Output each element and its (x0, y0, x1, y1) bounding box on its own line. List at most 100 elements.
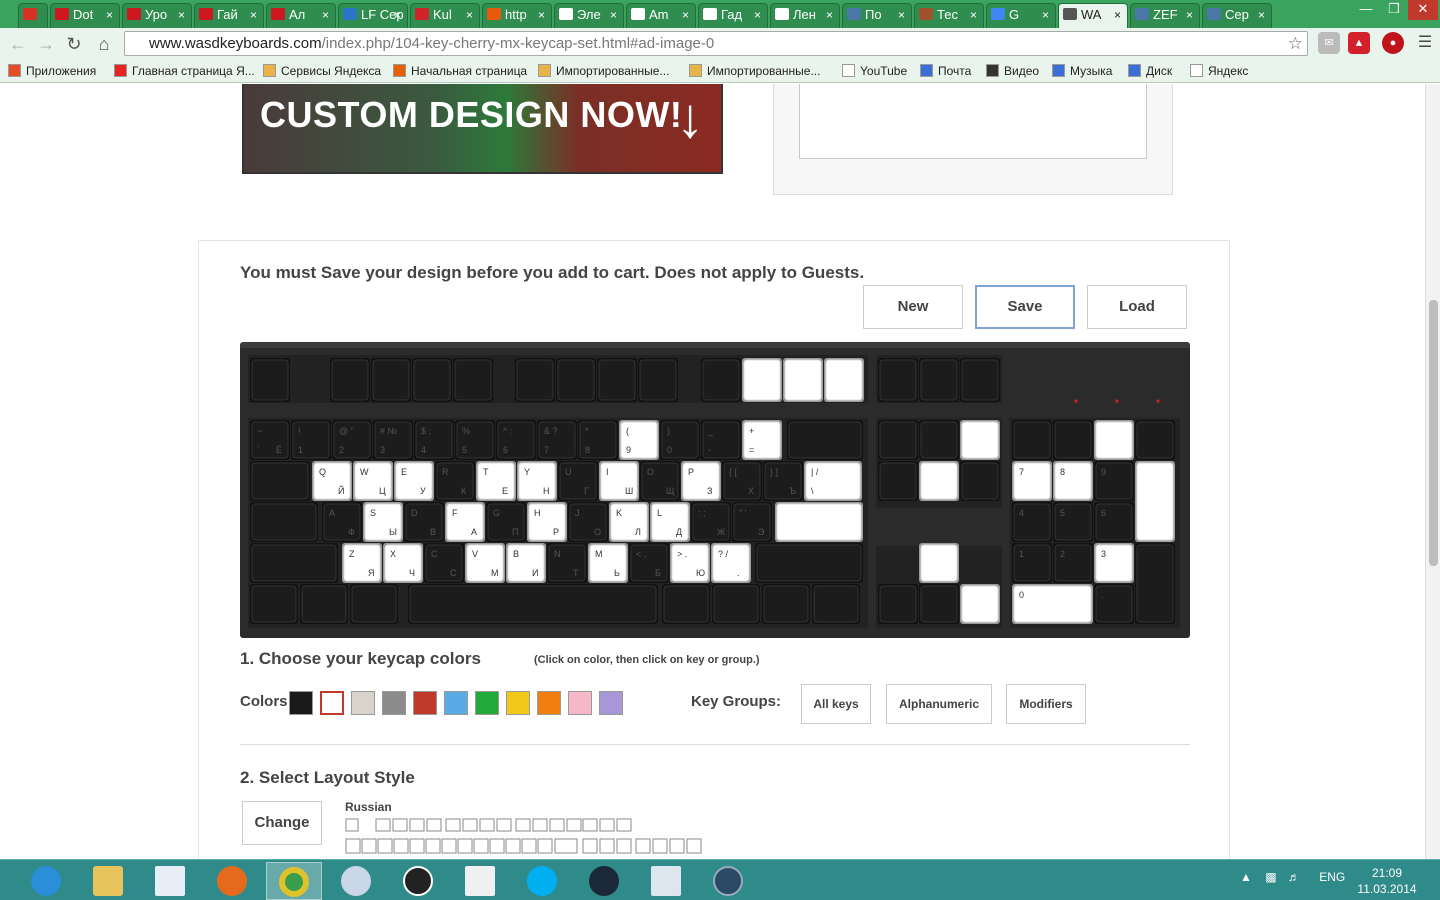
browser-tab[interactable]: Гад × (698, 3, 768, 28)
bookmark-item[interactable]: Музыка (1052, 62, 1112, 80)
color-swatch[interactable] (475, 691, 499, 715)
bookmark-item[interactable]: Импортированные... (538, 62, 669, 80)
keycap[interactable] (251, 585, 297, 623)
gmail-tab[interactable] (18, 3, 48, 28)
browser-tab[interactable]: Гай × (194, 3, 264, 28)
keycap[interactable] (961, 359, 999, 401)
browser-tab[interactable]: По × (842, 3, 912, 28)
tab-close-icon[interactable]: × (1258, 4, 1265, 26)
keycap[interactable] (1054, 421, 1092, 459)
keycap[interactable] (1095, 421, 1133, 459)
keycap[interactable] (1013, 585, 1092, 623)
tab-close-icon[interactable]: × (1042, 4, 1049, 26)
group-alphanumeric-button[interactable]: Alphanumeric (886, 684, 992, 724)
tab-close-icon[interactable]: × (466, 4, 473, 26)
keycap[interactable] (1013, 421, 1051, 459)
design-tool-banner[interactable]: CUSTOM DESIGN NOW! ↓ (242, 84, 723, 174)
keycap[interactable] (1136, 544, 1174, 623)
keycap[interactable] (598, 359, 636, 401)
bookmark-item[interactable]: YouTube (842, 62, 907, 80)
app-grid-icon[interactable] (452, 862, 508, 900)
scrollbar-thumb[interactable] (1429, 300, 1438, 566)
tab-close-icon[interactable]: × (1114, 4, 1121, 26)
network-icon[interactable]: ▩ (1265, 870, 1276, 884)
dota-icon[interactable] (700, 862, 756, 900)
keycap[interactable] (920, 421, 958, 459)
clock[interactable]: 21:09 11.03.2014 (1352, 865, 1422, 897)
comment-textarea[interactable] (799, 84, 1147, 159)
browser-tab[interactable]: G × (986, 3, 1056, 28)
browser-tab[interactable]: Уро × (122, 3, 192, 28)
bookmark-item[interactable]: Приложения (8, 62, 96, 80)
tab-close-icon[interactable]: × (250, 4, 257, 26)
keycap[interactable] (409, 585, 657, 623)
keycap[interactable] (784, 359, 822, 401)
keycap[interactable] (251, 359, 289, 401)
menu-icon[interactable]: ☰ (1414, 32, 1436, 54)
browser-tab[interactable]: http × (482, 3, 552, 28)
tab-close-icon[interactable]: × (754, 4, 761, 26)
color-swatch[interactable] (351, 691, 375, 715)
keycap[interactable] (776, 503, 862, 541)
chrome-icon[interactable] (266, 862, 322, 900)
keycap[interactable] (743, 359, 781, 401)
keycap[interactable] (920, 359, 958, 401)
save-button[interactable]: Save (975, 285, 1075, 329)
tab-close-icon[interactable]: × (970, 4, 977, 26)
browser-tab[interactable]: Kul × (410, 3, 480, 28)
keycap[interactable] (920, 585, 958, 623)
browser-tab[interactable]: WA × (1058, 3, 1128, 28)
tab-close-icon[interactable]: × (106, 4, 113, 26)
keycap[interactable] (372, 359, 410, 401)
keycap[interactable] (251, 544, 337, 582)
keycap[interactable] (454, 359, 492, 401)
browser-tab[interactable]: Сер × (1202, 3, 1272, 28)
color-swatch[interactable] (289, 691, 313, 715)
bookmark-item[interactable]: Начальная страница (393, 62, 527, 80)
color-swatch[interactable] (537, 691, 561, 715)
notifier-extension-icon[interactable]: ▲ (1348, 32, 1370, 54)
group-modifiers-button[interactable]: Modifiers (1006, 684, 1086, 724)
color-swatch[interactable] (382, 691, 406, 715)
keycap[interactable] (413, 359, 451, 401)
bookmark-item[interactable]: Диск (1128, 62, 1172, 80)
color-swatch[interactable] (506, 691, 530, 715)
address-bar[interactable]: www.wasdkeyboards.com/index.php/104-key-… (124, 31, 1308, 56)
keycap[interactable] (879, 359, 917, 401)
keycap[interactable] (301, 585, 347, 623)
bookmark-item[interactable]: Почта (920, 62, 971, 80)
back-icon[interactable]: ← (6, 32, 30, 56)
keycap[interactable] (702, 359, 740, 401)
browser-tab[interactable]: Тес × (914, 3, 984, 28)
tab-close-icon[interactable]: × (826, 4, 833, 26)
bookmark-star-icon[interactable]: ☆ (1288, 32, 1303, 55)
close-window-button[interactable]: ✕ (1408, 0, 1438, 20)
minimize-button[interactable]: — (1352, 0, 1380, 20)
tab-close-icon[interactable]: × (394, 4, 401, 26)
tab-close-icon[interactable]: × (322, 4, 329, 26)
file-explorer-icon[interactable] (80, 862, 136, 900)
bookmark-item[interactable]: Яндекс (1190, 62, 1248, 80)
keycap[interactable] (813, 585, 859, 623)
bookmark-item[interactable]: Видео (986, 62, 1039, 80)
paint-icon[interactable] (328, 862, 384, 900)
browser-tab[interactable]: ZEF × (1130, 3, 1200, 28)
color-swatch[interactable] (444, 691, 468, 715)
reload-icon[interactable]: ↻ (62, 32, 86, 56)
tab-close-icon[interactable]: × (898, 4, 905, 26)
keycap[interactable] (879, 462, 917, 500)
layout-thumbnail[interactable] (345, 817, 705, 857)
tray-expand-icon[interactable]: ▲ (1240, 870, 1252, 884)
color-swatch[interactable] (599, 691, 623, 715)
language-indicator[interactable]: ENG (1319, 870, 1345, 884)
skype-icon[interactable] (514, 862, 570, 900)
keycap[interactable] (825, 359, 863, 401)
internet-explorer-icon[interactable] (18, 862, 74, 900)
keycap[interactable] (920, 544, 958, 582)
firefox-icon[interactable] (204, 862, 260, 900)
keycap[interactable] (961, 462, 999, 500)
color-swatch[interactable] (413, 691, 437, 715)
steam-icon[interactable] (576, 862, 632, 900)
keycap[interactable] (351, 585, 397, 623)
change-layout-button[interactable]: Change (242, 801, 322, 845)
